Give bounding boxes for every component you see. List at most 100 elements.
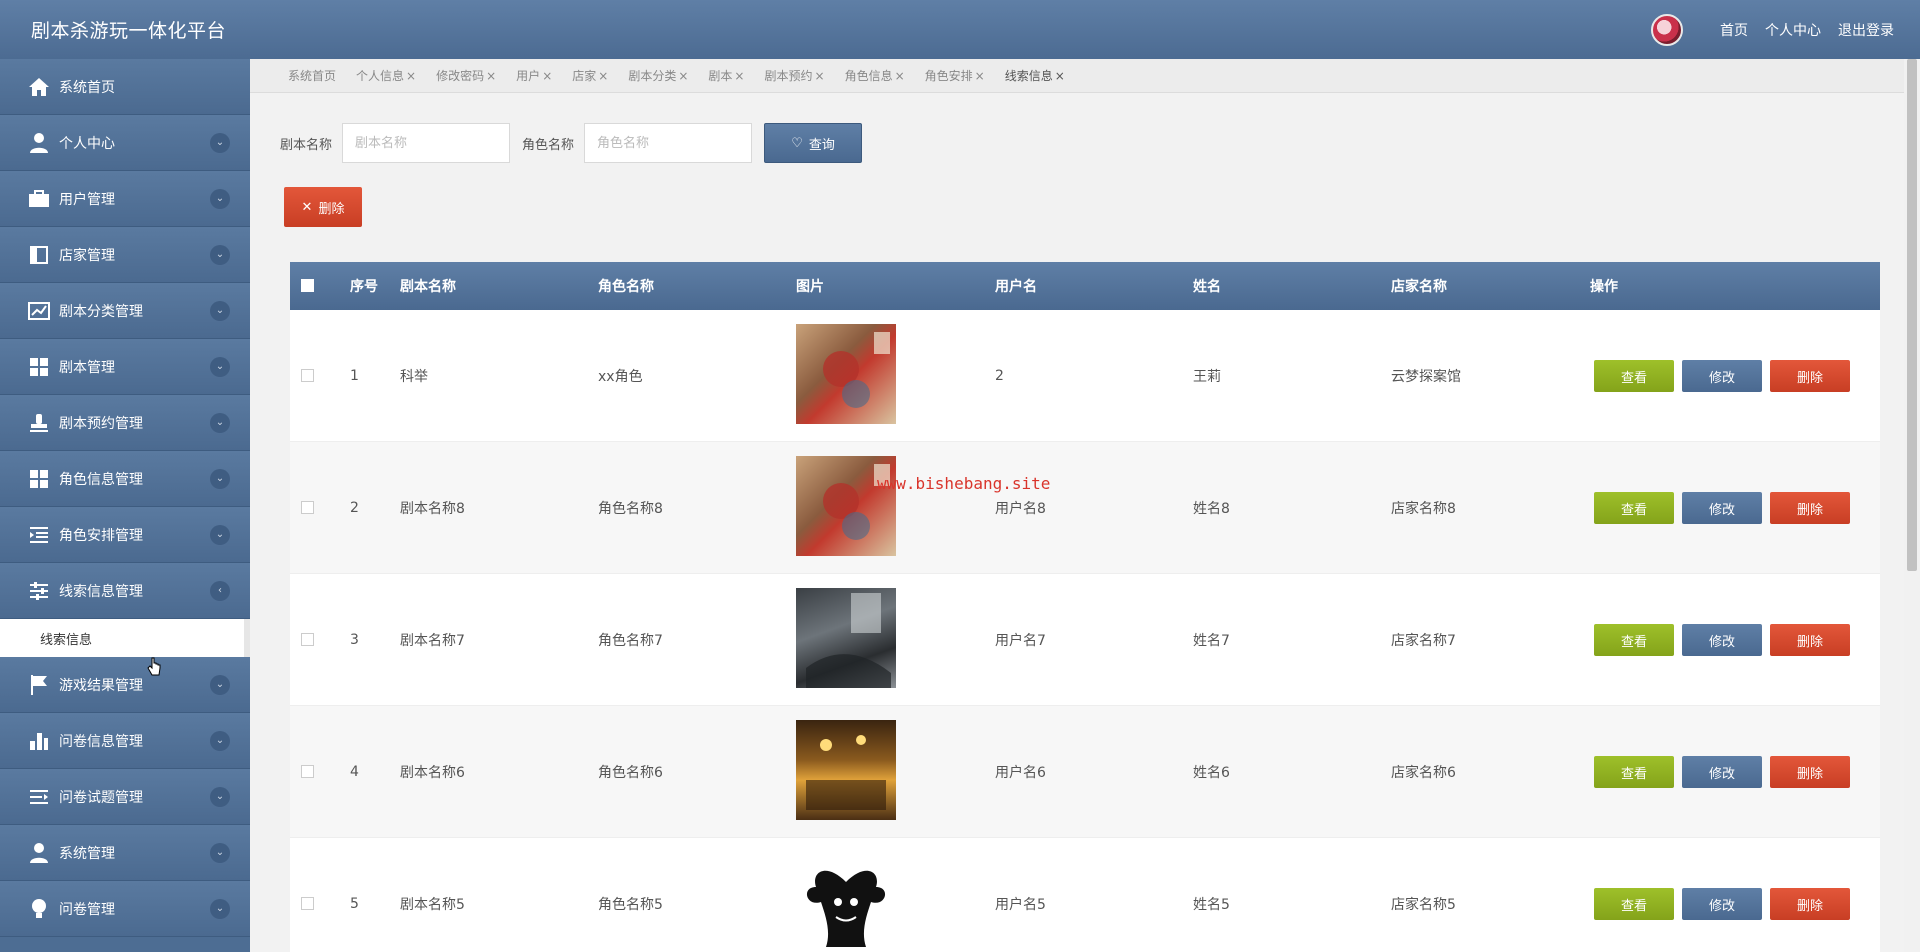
sidebar-item-system[interactable]: 系统管理 ⌄ xyxy=(0,825,250,881)
table-row: 1 科举 xx角色 2 王莉 云梦探案馆 查看 修改 删除 xyxy=(290,310,1880,442)
chevron-down-icon[interactable]: ⌄ xyxy=(210,524,230,545)
row-username: 用户名8 xyxy=(995,500,1046,517)
nav-home-link[interactable]: 首页 xyxy=(1720,20,1748,40)
row-shop: 店家名称8 xyxy=(1391,500,1456,517)
logout-link[interactable]: 退出登录 xyxy=(1838,20,1894,40)
sidebar-item-role-arrange[interactable]: 角色安排管理 ⌄ xyxy=(0,507,250,563)
chevron-down-icon[interactable]: ⌄ xyxy=(210,468,230,489)
tab-reservation[interactable]: 剧本预约 × xyxy=(764,67,824,84)
chevron-down-icon[interactable]: ⌄ xyxy=(210,356,230,377)
top-bar: 剧本杀游玩一体化平台 首页 个人中心 退出登录 xyxy=(0,0,1920,59)
tab-clue-info[interactable]: 线索信息 × xyxy=(1005,67,1065,84)
tab-role-info[interactable]: 角色信息 × xyxy=(845,67,905,84)
sidebar-item-reservations[interactable]: 剧本预约管理 ⌄ xyxy=(0,395,250,451)
chevron-down-icon[interactable]: ⌄ xyxy=(210,300,230,321)
chevron-down-icon[interactable]: ⌄ xyxy=(210,244,230,265)
close-icon[interactable]: × xyxy=(406,69,416,83)
sidebar-item-users[interactable]: 用户管理 ⌄ xyxy=(0,171,250,227)
tab-shop[interactable]: 店家 × xyxy=(572,67,608,84)
sidebar-item-survey-questions[interactable]: 问卷试题管理 ⌄ xyxy=(0,769,250,825)
query-button[interactable]: ♡ 查询 xyxy=(764,123,863,163)
select-all-checkbox[interactable] xyxy=(301,279,314,292)
data-table: 序号 剧本名称 角色名称 图片 用户名 姓名 店家名称 操作 1 科举 xx角色… xyxy=(290,262,1880,952)
chevron-down-icon[interactable]: ⌄ xyxy=(210,842,230,863)
edit-button[interactable]: 修改 xyxy=(1682,756,1762,788)
script-image xyxy=(796,324,896,424)
sidebar-item-shops[interactable]: 店家管理 ⌄ xyxy=(0,227,250,283)
avatar[interactable] xyxy=(1651,13,1683,46)
chevron-down-icon[interactable]: ⌄ xyxy=(210,786,230,807)
nav-profile-link[interactable]: 个人中心 xyxy=(1765,20,1821,40)
tab-home[interactable]: 系统首页 xyxy=(288,67,336,84)
role-name-input[interactable] xyxy=(584,123,753,163)
tab-profile[interactable]: 个人信息 × xyxy=(356,67,416,84)
sidebar-item-label: 剧本管理 xyxy=(59,359,115,376)
view-button[interactable]: 查看 xyxy=(1594,624,1674,656)
sidebar-item-home[interactable]: 系统首页 xyxy=(0,59,250,115)
chevron-down-icon[interactable]: ⌄ xyxy=(210,188,230,209)
bar-chart-icon xyxy=(27,730,51,752)
chevron-down-icon[interactable]: ⌄ xyxy=(210,730,230,751)
watermark: www.bishebang.site xyxy=(877,474,1051,493)
sidebar-item-survey-info[interactable]: 问卷信息管理 ⌄ xyxy=(0,713,250,769)
row-script: 剧本名称5 xyxy=(400,896,465,913)
edit-button[interactable]: 修改 xyxy=(1682,624,1762,656)
close-icon[interactable]: × xyxy=(598,69,608,83)
sidebar-item-clues[interactable]: 线索信息管理 ‹ xyxy=(0,563,250,619)
book-icon xyxy=(27,244,51,266)
sidebar-item-label: 问卷试题管理 xyxy=(59,789,143,806)
chevron-down-icon[interactable]: ⌄ xyxy=(210,412,230,433)
tab-password[interactable]: 修改密码 × xyxy=(436,67,496,84)
close-icon[interactable]: × xyxy=(678,69,688,83)
edit-button[interactable]: 修改 xyxy=(1682,888,1762,920)
row-checkbox[interactable] xyxy=(301,633,314,646)
home-icon xyxy=(27,76,51,98)
sidebar-item-label: 剧本预约管理 xyxy=(59,415,143,432)
delete-button[interactable]: 删除 xyxy=(1770,360,1850,392)
delete-button[interactable]: 删除 xyxy=(1770,492,1850,524)
script-name-input[interactable] xyxy=(342,123,511,163)
row-checkbox[interactable] xyxy=(301,501,314,514)
view-button[interactable]: 查看 xyxy=(1594,492,1674,524)
tab-script[interactable]: 剧本 × xyxy=(708,67,744,84)
close-icon: ✕ xyxy=(301,199,313,215)
close-icon[interactable]: × xyxy=(815,69,825,83)
row-checkbox[interactable] xyxy=(301,897,314,910)
delete-button[interactable]: 删除 xyxy=(1770,756,1850,788)
scrollbar-thumb[interactable] xyxy=(1907,59,1917,571)
sidebar-subitem-clue-info[interactable]: 线索信息 xyxy=(0,619,250,657)
sidebar-item-scripts[interactable]: 剧本管理 ⌄ xyxy=(0,339,250,395)
view-button[interactable]: 查看 xyxy=(1594,756,1674,788)
close-icon[interactable]: × xyxy=(486,69,496,83)
batch-delete-button[interactable]: ✕ 删除 xyxy=(284,187,362,227)
delete-button[interactable]: 删除 xyxy=(1770,624,1850,656)
row-checkbox[interactable] xyxy=(301,765,314,778)
delete-button[interactable]: 删除 xyxy=(1770,888,1850,920)
close-icon[interactable]: × xyxy=(975,69,985,83)
sidebar-item-script-category[interactable]: 剧本分类管理 ⌄ xyxy=(0,283,250,339)
tab-user[interactable]: 用户 × xyxy=(516,67,552,84)
view-button[interactable]: 查看 xyxy=(1594,888,1674,920)
edit-button[interactable]: 修改 xyxy=(1682,360,1762,392)
chevron-left-icon[interactable]: ‹ xyxy=(210,580,230,601)
script-image xyxy=(796,456,896,556)
page-scrollbar[interactable] xyxy=(1904,59,1920,952)
chevron-down-icon[interactable]: ⌄ xyxy=(210,674,230,695)
chevron-down-icon[interactable]: ⌄ xyxy=(210,132,230,153)
tab-script-category[interactable]: 剧本分类 × xyxy=(628,67,688,84)
stamp-icon xyxy=(27,412,51,434)
row-checkbox[interactable] xyxy=(301,369,314,382)
close-icon[interactable]: × xyxy=(542,69,552,83)
close-icon[interactable]: × xyxy=(1055,69,1065,83)
edit-button[interactable]: 修改 xyxy=(1682,492,1762,524)
tab-role-arrange[interactable]: 角色安排 × xyxy=(925,67,985,84)
chevron-down-icon[interactable]: ⌄ xyxy=(210,898,230,919)
view-button[interactable]: 查看 xyxy=(1594,360,1674,392)
sidebar-item-survey[interactable]: 问卷管理 ⌄ xyxy=(0,881,250,937)
sidebar-item-profile[interactable]: 个人中心 ⌄ xyxy=(0,115,250,171)
grid-icon xyxy=(27,468,51,490)
sidebar-item-game-results[interactable]: 游戏结果管理 ⌄ xyxy=(0,657,250,713)
close-icon[interactable]: × xyxy=(734,69,744,83)
close-icon[interactable]: × xyxy=(895,69,905,83)
sidebar-item-roles[interactable]: 角色信息管理 ⌄ xyxy=(0,451,250,507)
